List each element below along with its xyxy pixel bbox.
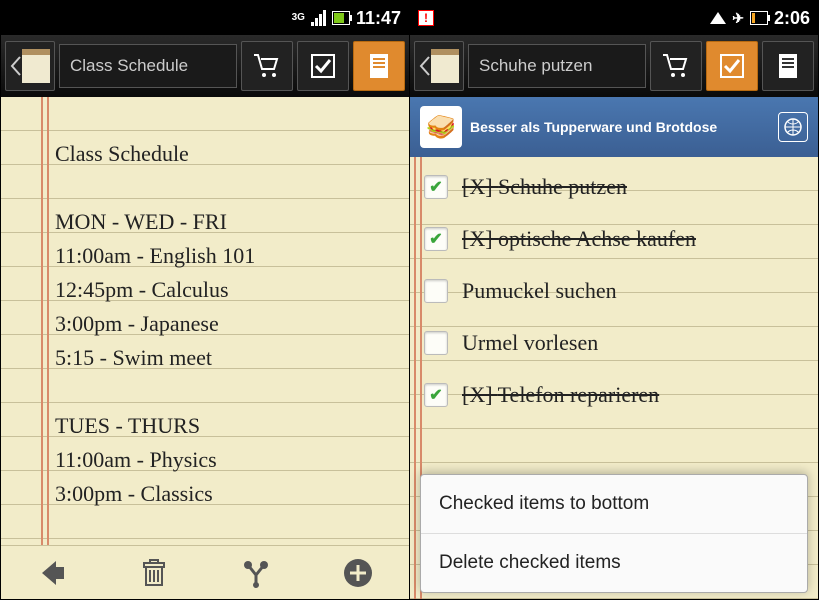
back-button[interactable] (414, 41, 464, 91)
sandwich-icon: 🥪 (420, 106, 462, 148)
item-label: Pumuckel suchen (462, 278, 617, 304)
checkbox[interactable] (424, 383, 448, 407)
checklist-item[interactable]: Schuhe putzen (410, 161, 818, 213)
item-label: Schuhe putzen (462, 174, 627, 200)
shopping-mode-button[interactable] (241, 41, 293, 91)
checklist-item[interactable]: Urmel vorlesen (410, 317, 818, 369)
notepad-icon (431, 49, 459, 83)
app-bar: Class Schedule (1, 35, 409, 97)
check-icon (717, 51, 747, 81)
checklist-paper: Schuhe putzen optische Achse kaufen Pumu… (410, 157, 818, 599)
check-icon (308, 51, 338, 81)
note-title-field[interactable]: Schuhe putzen (468, 44, 646, 88)
network-3g-icon: 3G (292, 13, 305, 23)
note-line: 11:00am - Physics (55, 443, 397, 477)
checklist-item[interactable]: Telefon reparieren (410, 369, 818, 421)
menu-delete-checked[interactable]: Delete checked items (421, 533, 807, 592)
alert-icon: ! (418, 10, 434, 26)
checkbox[interactable] (424, 331, 448, 355)
bottom-toolbar (1, 545, 409, 599)
item-label: Telefon reparieren (462, 382, 659, 408)
note-line: 12:45pm - Calculus (55, 273, 397, 307)
back-button[interactable] (5, 41, 55, 91)
share-icon (240, 557, 272, 589)
phone-left: 3G 11:47 Class Schedule Class Schedule M… (1, 1, 409, 599)
status-bar: 3G 11:47 (1, 1, 409, 35)
checklist-item[interactable]: Pumuckel suchen (410, 265, 818, 317)
context-menu: Checked items to bottom Delete checked i… (420, 474, 808, 593)
app-bar: Schuhe putzen (410, 35, 818, 97)
note-line: 11:00am - English 101 (55, 239, 397, 273)
note-line: 5:15 - Swim meet (55, 341, 397, 375)
arrow-left-icon (36, 557, 68, 589)
note-mode-button[interactable] (762, 41, 814, 91)
back-arrow-button[interactable] (32, 553, 72, 593)
document-icon (773, 51, 803, 81)
checklist-item[interactable]: optische Achse kaufen (410, 213, 818, 265)
trash-icon (138, 557, 170, 589)
checkbox[interactable] (424, 227, 448, 251)
delete-button[interactable] (134, 553, 174, 593)
note-line: 3:00pm - Classics (55, 477, 397, 511)
plus-icon (342, 557, 374, 589)
battery-icon (332, 11, 350, 25)
note-line: 3:00pm - Japanese (55, 307, 397, 341)
notepad-icon (22, 49, 50, 83)
note-body[interactable]: Class Schedule MON - WED - FRI 11:00am -… (1, 97, 409, 521)
checklist-mode-button[interactable] (706, 41, 758, 91)
cart-icon (252, 51, 282, 81)
note-line: TUES - THURS (55, 409, 397, 443)
note-title: Class Schedule (55, 137, 397, 171)
note-title-field[interactable]: Class Schedule (59, 44, 237, 88)
note-paper[interactable]: Class Schedule MON - WED - FRI 11:00am -… (1, 97, 409, 545)
clock: 11:47 (356, 8, 401, 29)
shopping-mode-button[interactable] (650, 41, 702, 91)
checklist-mode-button[interactable] (297, 41, 349, 91)
menu-checked-to-bottom[interactable]: Checked items to bottom (421, 475, 807, 533)
share-button[interactable] (236, 553, 276, 593)
phone-right: ! ✈ 2:06 Schuhe putzen 🥪 Besser als Tupp… (409, 1, 818, 599)
document-icon (364, 51, 394, 81)
battery-icon (750, 11, 768, 25)
airplane-icon: ✈ (732, 10, 744, 27)
wifi-icon (710, 12, 726, 24)
ad-banner[interactable]: 🥪 Besser als Tupperware und Brotdose (410, 97, 818, 157)
checklist: Schuhe putzen optische Achse kaufen Pumu… (410, 157, 818, 421)
note-line: MON - WED - FRI (55, 205, 397, 239)
note-mode-button[interactable] (353, 41, 405, 91)
globe-button[interactable] (778, 112, 808, 142)
cart-icon (661, 51, 691, 81)
status-bar: ! ✈ 2:06 (410, 1, 818, 35)
add-button[interactable] (338, 553, 378, 593)
ad-text: Besser als Tupperware und Brotdose (470, 119, 770, 136)
item-label: optische Achse kaufen (462, 226, 696, 252)
checkbox[interactable] (424, 175, 448, 199)
checkbox[interactable] (424, 279, 448, 303)
item-label: Urmel vorlesen (462, 330, 598, 356)
clock: 2:06 (774, 8, 810, 29)
globe-icon (783, 117, 803, 137)
signal-icon (311, 10, 326, 26)
